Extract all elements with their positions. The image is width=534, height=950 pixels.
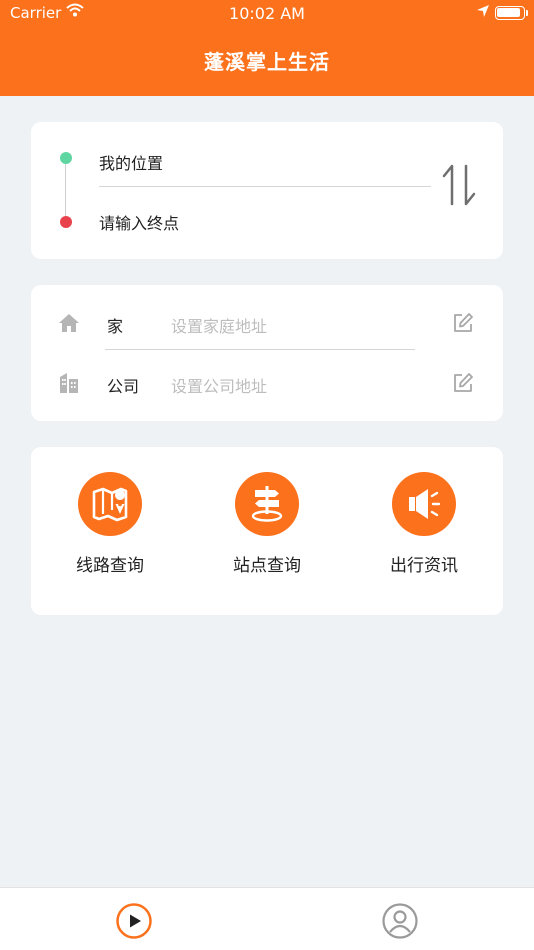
edit-icon[interactable]: [451, 311, 475, 335]
address-divider: [105, 349, 415, 350]
route-query-label: 线路查询: [76, 556, 144, 576]
function-card: 线路查询 站点查询 出行资讯: [31, 447, 503, 615]
battery-tip: [526, 10, 528, 16]
route-query-button[interactable]: 线路查询: [50, 472, 170, 576]
address-card: 家 设置家庭地址 公司 设置公司地址: [31, 285, 503, 421]
start-dot-icon: [60, 152, 72, 164]
route-connector: [65, 164, 66, 216]
home-label: 家: [107, 317, 124, 336]
home-icon: [59, 314, 79, 332]
start-location-field[interactable]: 我的位置: [99, 150, 163, 174]
travel-news-icon-circle: [392, 472, 456, 536]
status-bar: Carrier 10:02 AM: [0, 0, 534, 28]
signpost-icon: [251, 486, 283, 522]
route-divider: [99, 186, 431, 187]
map-icon: [92, 487, 128, 522]
company-address-field[interactable]: 设置公司地址: [171, 373, 267, 397]
edit-icon[interactable]: [451, 371, 475, 395]
end-dot-icon: [60, 216, 72, 228]
route-card: 我的位置 请输入终点: [31, 122, 503, 259]
play-circle-icon[interactable]: [115, 902, 153, 940]
top-bar: Carrier 10:02 AM 蓬溪掌上生活: [0, 0, 534, 96]
tab-bar: [0, 887, 534, 950]
home-address-field[interactable]: 设置家庭地址: [171, 313, 267, 337]
station-query-button[interactable]: 站点查询: [207, 472, 327, 576]
megaphone-icon: [409, 489, 441, 519]
destination-field[interactable]: 请输入终点: [99, 210, 179, 234]
travel-news-button[interactable]: 出行资讯: [364, 472, 484, 576]
route-query-icon-circle: [78, 472, 142, 536]
station-query-label: 站点查询: [233, 556, 301, 576]
building-icon: [60, 373, 78, 393]
swap-arrows-icon[interactable]: [439, 160, 479, 210]
location-arrow-icon: [477, 5, 489, 17]
battery-icon: [495, 6, 525, 20]
page-title: 蓬溪掌上生活: [204, 50, 330, 74]
user-circle-icon[interactable]: [381, 902, 419, 940]
station-query-icon-circle: [235, 472, 299, 536]
clock: 10:02 AM: [229, 4, 305, 23]
company-label: 公司: [107, 377, 140, 396]
travel-news-label: 出行资讯: [390, 556, 458, 576]
